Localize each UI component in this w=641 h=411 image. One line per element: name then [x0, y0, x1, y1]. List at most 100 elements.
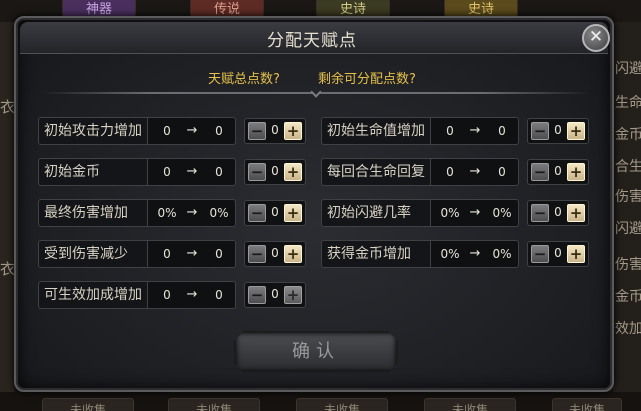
increase-button[interactable]: + — [284, 204, 302, 222]
arrow-right-icon: → — [186, 164, 198, 179]
background-right-text: 金币 — [615, 289, 641, 305]
stat-values: 0% → 0% — [431, 199, 519, 227]
stat-values: 0% → 0% — [148, 199, 236, 227]
stat-label: 初始闪避几率 — [321, 199, 431, 227]
allocation-stepper: − 0 + — [244, 200, 306, 226]
decrease-button[interactable]: − — [248, 286, 266, 304]
uncollected-tab[interactable]: 未收集 — [552, 398, 622, 411]
allocated-points: 0 — [271, 123, 279, 137]
arrow-right-icon: → — [469, 164, 481, 179]
stat-values: 0 → 0 — [431, 117, 519, 145]
stat-current-value: 0 — [163, 247, 171, 261]
talent-allocation-dialog: 分配天赋点 ✕ 天赋总点数? 剩余可分配点数? 初始攻击力增加 0 → 0 − … — [14, 16, 614, 392]
decrease-button[interactable]: − — [248, 122, 266, 140]
increase-button[interactable]: + — [284, 163, 302, 181]
stat-new-value: 0 — [215, 288, 223, 302]
stat-label: 受到伤害减少 — [38, 240, 148, 268]
background-right-text: 效加 — [615, 321, 641, 337]
stat-label: 可生效加成增加 — [38, 281, 148, 309]
uncollected-tab[interactable]: 未收集 — [168, 398, 260, 411]
close-icon[interactable]: ✕ — [582, 24, 610, 52]
stat-new-value: 0 — [215, 247, 223, 261]
stat-label: 初始攻击力增加 — [38, 117, 148, 145]
background-right-text: 伤害 — [615, 189, 641, 205]
arrow-right-icon: → — [469, 123, 481, 138]
allocation-stepper: − 0 + — [527, 200, 589, 226]
arrow-right-icon: → — [186, 246, 198, 261]
stat-current-value: 0 — [163, 124, 171, 138]
stat-current-value: 0% — [157, 206, 177, 220]
total-talent-points-label: 天赋总点数? — [208, 72, 280, 87]
allocation-stepper: − 0 + — [244, 118, 306, 144]
stat-new-value: 0 — [215, 124, 223, 138]
background-left-panel — [0, 22, 14, 392]
stat-label: 初始生命值增加 — [321, 117, 431, 145]
increase-button[interactable]: + — [567, 163, 585, 181]
uncollected-tab[interactable]: 未收集 — [296, 398, 388, 411]
stat-current-value: 0% — [440, 206, 460, 220]
confirm-button[interactable]: 确认 — [234, 331, 398, 373]
stat-label: 获得金币增加 — [321, 240, 431, 268]
increase-button[interactable]: + — [284, 122, 302, 140]
stat-values: 0 → 0 — [148, 117, 236, 145]
increase-button[interactable]: + — [284, 245, 302, 263]
decrease-button[interactable]: − — [531, 122, 549, 140]
arrow-right-icon: → — [186, 123, 198, 138]
background-right-text: 闪避 — [615, 221, 641, 237]
decrease-button[interactable]: − — [531, 245, 549, 263]
stat-current-value: 0 — [163, 288, 171, 302]
stat-current-value: 0% — [440, 247, 460, 261]
stat-label: 初始金币 — [38, 158, 148, 186]
arrow-right-icon: → — [186, 287, 198, 302]
allocated-points: 0 — [271, 246, 279, 260]
stat-new-value: 0 — [498, 124, 506, 138]
stat-new-value: 0% — [492, 247, 512, 261]
increase-button[interactable]: + — [567, 245, 585, 263]
background-right-text: 生命 — [615, 95, 641, 111]
arrow-right-icon: → — [469, 246, 481, 261]
allocation-stepper: − 0 + — [244, 282, 306, 308]
increase-button[interactable]: + — [567, 122, 585, 140]
stat-values: 0 → 0 — [148, 281, 236, 309]
decrease-button[interactable]: − — [531, 163, 549, 181]
background-right-text: 金币 — [615, 127, 641, 143]
allocated-points: 0 — [554, 123, 562, 137]
stat-values: 0% → 0% — [431, 240, 519, 268]
stat-new-value: 0 — [215, 165, 223, 179]
allocation-stepper: − 0 + — [527, 118, 589, 144]
arrow-right-icon: → — [186, 205, 198, 220]
stat-current-value: 0 — [163, 165, 171, 179]
decrease-button[interactable]: − — [248, 245, 266, 263]
allocation-stepper: − 0 + — [527, 241, 589, 267]
stat-new-value: 0 — [498, 165, 506, 179]
stat-current-value: 0 — [446, 124, 454, 138]
decrease-button[interactable]: − — [248, 163, 266, 181]
stat-values: 0 → 0 — [148, 158, 236, 186]
stat-current-value: 0 — [446, 165, 454, 179]
increase-button[interactable]: + — [567, 204, 585, 222]
dialog-title: 分配天赋点 — [267, 31, 357, 51]
increase-button[interactable]: + — [284, 286, 302, 304]
allocation-stepper: − 0 + — [244, 159, 306, 185]
allocation-stepper: − 0 + — [527, 159, 589, 185]
allocated-points: 0 — [554, 246, 562, 260]
allocated-points: 0 — [554, 205, 562, 219]
background-right-text: 闪避 — [615, 61, 641, 77]
stat-values: 0 → 0 — [148, 240, 236, 268]
decrease-button[interactable]: − — [248, 204, 266, 222]
remaining-points-label: 剩余可分配点数? — [318, 72, 416, 87]
decrease-button[interactable]: − — [531, 204, 549, 222]
divider-notch — [310, 86, 322, 98]
background-right-text: 合生 — [615, 159, 641, 175]
allocated-points: 0 — [271, 164, 279, 178]
uncollected-tab[interactable]: 未收集 — [42, 398, 134, 411]
stat-label: 最终伤害增加 — [38, 199, 148, 227]
allocated-points: 0 — [271, 287, 279, 301]
stat-new-value: 0% — [209, 206, 229, 220]
background-right-text: 伤害 — [615, 257, 641, 273]
uncollected-tab[interactable]: 未收集 — [424, 398, 516, 411]
stat-new-value: 0% — [492, 206, 512, 220]
stat-values: 0 → 0 — [431, 158, 519, 186]
allocated-points: 0 — [271, 205, 279, 219]
allocated-points: 0 — [554, 164, 562, 178]
